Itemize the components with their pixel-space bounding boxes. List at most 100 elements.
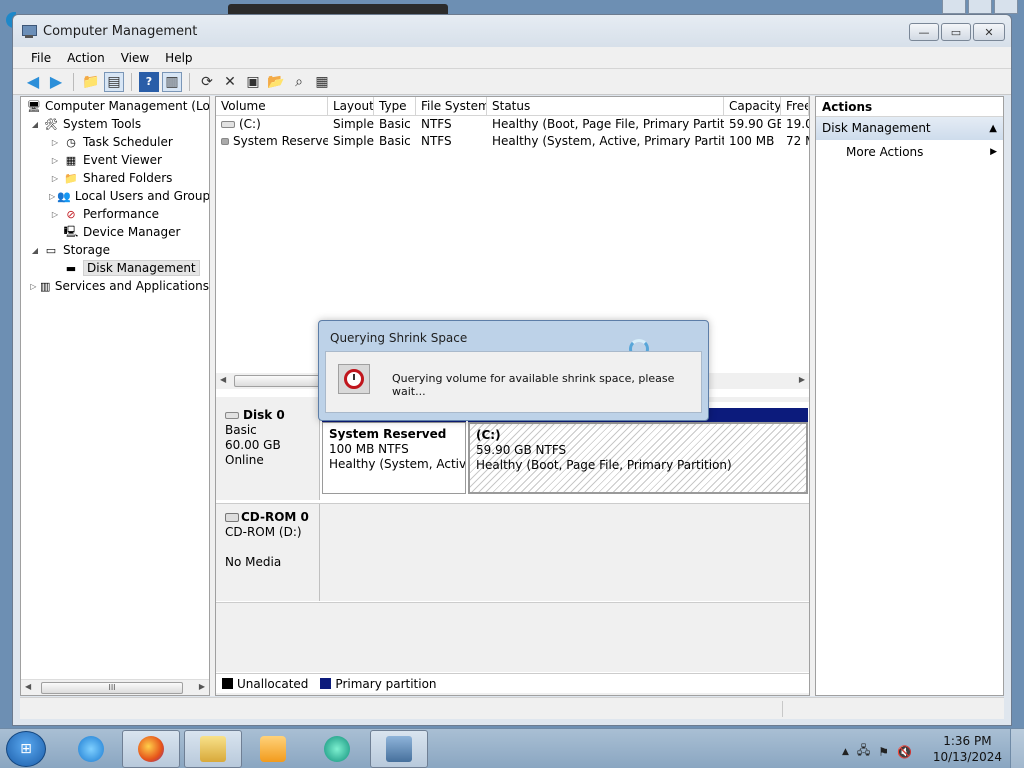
up-folder-icon[interactable]: 📁 bbox=[81, 72, 101, 92]
tree-item-system-tools[interactable]: ◢ 🛠 System Tools bbox=[21, 115, 209, 133]
expander-icon[interactable]: ▷ bbox=[29, 282, 38, 291]
tree-item-device-manager[interactable]: 🖳 Device Manager bbox=[21, 223, 209, 241]
device-manager-icon: 🖳 bbox=[63, 224, 79, 238]
submenu-arrow-icon: ▶ bbox=[990, 147, 997, 157]
disk-label[interactable]: CD-ROM 0 CD-ROM (D:) No Media bbox=[216, 504, 320, 601]
unallocated-swatch bbox=[222, 678, 233, 689]
menu-file[interactable]: File bbox=[23, 51, 59, 65]
services-icon: ▥ bbox=[40, 279, 51, 293]
properties-icon[interactable]: ▣ bbox=[243, 72, 263, 92]
cdrom-spacer bbox=[225, 540, 319, 555]
volume-muted-icon[interactable]: 🔇 bbox=[897, 745, 912, 759]
column-header-volume[interactable]: Volume bbox=[216, 97, 328, 115]
app-icon[interactable] bbox=[308, 730, 366, 768]
refresh-icon[interactable]: ⟳ bbox=[197, 72, 217, 92]
table-row[interactable]: (C:) Simple Basic NTFS Healthy (Boot, Pa… bbox=[216, 116, 809, 133]
scrollbar-thumb[interactable] bbox=[234, 375, 324, 387]
collapse-icon[interactable]: ▲ bbox=[989, 117, 997, 140]
flag-icon[interactable]: ⚑ bbox=[878, 745, 889, 759]
computer-management-icon[interactable] bbox=[370, 730, 428, 768]
show-hide-action-pane-icon[interactable]: ▥ bbox=[162, 71, 182, 92]
expander-icon[interactable]: ◢ bbox=[29, 246, 41, 255]
show-hide-tree-icon[interactable]: ▤ bbox=[104, 71, 124, 92]
column-header-free[interactable]: Free bbox=[781, 97, 809, 115]
show-desktop-button[interactable] bbox=[1010, 729, 1024, 768]
shared-folder-icon: 📁 bbox=[64, 171, 78, 185]
tree-horizontal-scrollbar[interactable]: ◀ III ▶ bbox=[21, 679, 209, 695]
tree-item-services-applications[interactable]: ▷ ▥ Services and Applications bbox=[21, 277, 209, 295]
tree-item-event-viewer[interactable]: ▷ ▦ Event Viewer bbox=[21, 151, 209, 169]
column-header-layout[interactable]: Layout bbox=[328, 97, 374, 115]
menu-action[interactable]: Action bbox=[59, 51, 113, 65]
tree-item-task-scheduler[interactable]: ▷ ◷ Task Scheduler bbox=[21, 133, 209, 151]
more-actions-item[interactable]: More Actions ▶ bbox=[816, 140, 1003, 164]
show-hidden-icons-button[interactable]: ▲ bbox=[842, 747, 849, 757]
column-header-capacity[interactable]: Capacity bbox=[724, 97, 781, 115]
volume-file-system: NTFS bbox=[421, 134, 452, 148]
scroll-left-arrow-icon[interactable]: ◀ bbox=[25, 682, 31, 691]
scroll-left-arrow-icon[interactable]: ◀ bbox=[220, 375, 226, 384]
clock[interactable]: 1:36 PM 10/13/2024 bbox=[933, 733, 1002, 765]
open-icon[interactable]: 📂 bbox=[266, 72, 286, 92]
help-icon[interactable]: ? bbox=[139, 71, 159, 92]
menu-bar: File Action View Help bbox=[13, 47, 1011, 69]
legend: Unallocated Primary partition bbox=[216, 673, 809, 693]
clock-time: 1:36 PM bbox=[943, 734, 992, 748]
tree-item-disk-management[interactable]: ▬ Disk Management bbox=[21, 259, 209, 277]
volume-capacity: 100 MB bbox=[729, 134, 775, 148]
table-row[interactable]: System Reserved Simple Basic NTFS Health… bbox=[216, 133, 809, 150]
firefox-icon[interactable] bbox=[122, 730, 180, 768]
search-icon[interactable]: ⌕ bbox=[289, 72, 309, 92]
clock-date: 10/13/2024 bbox=[932, 750, 1002, 764]
media-player-icon[interactable] bbox=[244, 730, 302, 768]
expander-icon[interactable]: ▷ bbox=[49, 156, 61, 165]
column-header-type[interactable]: Type bbox=[374, 97, 416, 115]
column-header-file-system[interactable]: File System bbox=[416, 97, 487, 115]
expander-icon[interactable]: ▷ bbox=[49, 192, 55, 201]
title-bar[interactable]: Computer Management — ▭ ✕ bbox=[13, 15, 1011, 47]
volume-name: (C:) bbox=[239, 117, 261, 131]
network-icon[interactable]: 🖧 bbox=[857, 741, 870, 762]
scroll-right-arrow-icon[interactable]: ▶ bbox=[799, 375, 805, 384]
tree-root[interactable]: 🖥 Computer Management (Local bbox=[21, 97, 209, 115]
maximize-button[interactable]: ▭ bbox=[941, 23, 971, 41]
disk-type: Basic bbox=[225, 423, 257, 437]
menu-help[interactable]: Help bbox=[157, 51, 200, 65]
volume-list-header: Volume Layout Type File System Status Ca… bbox=[216, 97, 809, 116]
close-button[interactable]: ✕ bbox=[973, 23, 1005, 41]
expander-icon[interactable]: ▷ bbox=[49, 138, 61, 147]
partition-c-drive[interactable]: (C:) 59.90 GB NTFS Healthy (Boot, Page F… bbox=[468, 422, 808, 494]
column-header-status[interactable]: Status bbox=[487, 97, 724, 115]
toolbar-separator bbox=[189, 72, 190, 91]
minimize-button[interactable]: — bbox=[909, 23, 939, 41]
scroll-right-arrow-icon[interactable]: ▶ bbox=[199, 682, 205, 691]
internet-explorer-icon[interactable] bbox=[62, 730, 120, 768]
event-viewer-icon: ▦ bbox=[65, 153, 77, 167]
tree-item-shared-folders[interactable]: ▷ 📁 Shared Folders bbox=[21, 169, 209, 187]
export-list-icon[interactable]: ▦ bbox=[312, 72, 332, 92]
querying-shrink-space-dialog[interactable]: Querying Shrink Space Querying volume fo… bbox=[318, 320, 709, 421]
expander-icon[interactable]: ▷ bbox=[49, 210, 61, 219]
scrollbar-thumb[interactable]: III bbox=[41, 682, 183, 694]
file-explorer-icon[interactable] bbox=[184, 730, 242, 768]
tree-item-performance[interactable]: ▷ ⊘ Performance bbox=[21, 205, 209, 223]
background-window-tab bbox=[228, 4, 448, 14]
tree-item-local-users-groups[interactable]: ▷ 👥 Local Users and Groups bbox=[21, 187, 209, 205]
tools-icon: 🛠 bbox=[44, 117, 58, 131]
partition-system-reserved[interactable]: System Reserved 100 MB NTFS Healthy (Sys… bbox=[322, 422, 466, 494]
expander-icon[interactable]: ◢ bbox=[29, 120, 41, 129]
forward-arrow-icon[interactable]: ▶ bbox=[46, 72, 66, 92]
disk-row-cdrom-0: CD-ROM 0 CD-ROM (D:) No Media bbox=[216, 503, 809, 601]
partition-name: (C:) bbox=[476, 428, 501, 442]
start-button[interactable]: ⊞ bbox=[6, 731, 46, 767]
primary-partition-swatch bbox=[320, 678, 332, 689]
disk-label[interactable]: Disk 0 Basic 60.00 GB Online bbox=[216, 402, 320, 500]
delete-icon[interactable]: ✕ bbox=[220, 72, 240, 92]
actions-section-disk-management[interactable]: Disk Management ▲ bbox=[816, 117, 1003, 140]
expander-icon[interactable]: ▷ bbox=[49, 174, 61, 183]
tree-item-storage[interactable]: ◢ ▭ Storage bbox=[21, 241, 209, 259]
volume-type: Basic bbox=[379, 134, 411, 148]
back-arrow-icon[interactable]: ◀ bbox=[23, 72, 43, 92]
menu-view[interactable]: View bbox=[113, 51, 157, 65]
volume-layout: Simple bbox=[333, 117, 374, 131]
